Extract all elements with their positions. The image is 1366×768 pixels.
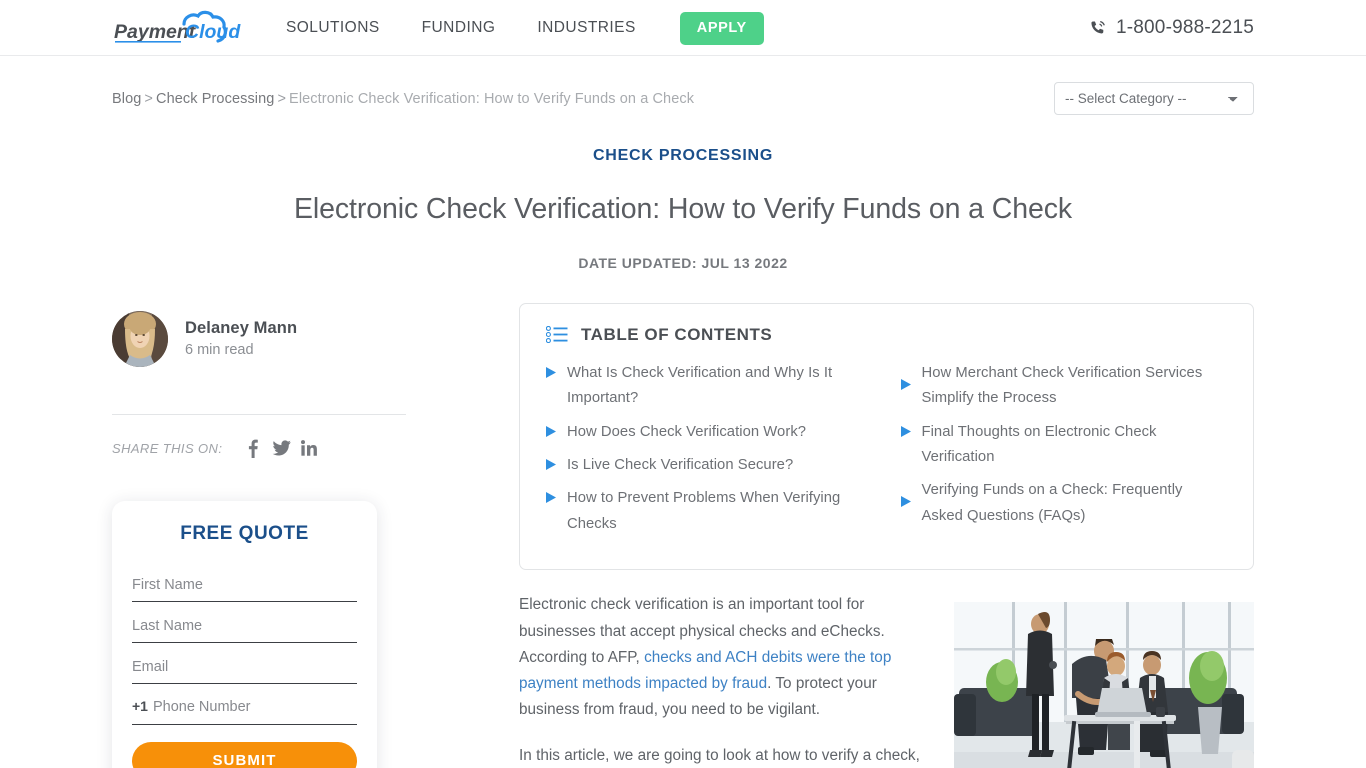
- phone-input[interactable]: [152, 691, 357, 723]
- main-content: TABLE OF CONTENTS What Is Check Verifica…: [408, 302, 1254, 768]
- article-body: Electronic check verification is an impo…: [519, 592, 1254, 768]
- category-select[interactable]: -- Select Category --: [1054, 82, 1254, 115]
- linkedin-icon[interactable]: [295, 440, 323, 456]
- twitter-icon[interactable]: [267, 440, 295, 456]
- toc-label: Is Live Check Verification Secure?: [567, 456, 794, 473]
- triangle-bullet-icon: [546, 458, 556, 470]
- list-icon: [546, 326, 568, 344]
- breadcrumb-category[interactable]: Check Processing: [156, 91, 274, 107]
- triangle-bullet-icon: [546, 366, 556, 378]
- sidebar: Delaney Mann 6 min read SHARE THIS ON: F…: [112, 303, 408, 768]
- phone-field-group: +1: [132, 691, 357, 725]
- submit-button[interactable]: SUBMIT: [132, 741, 357, 768]
- free-quote-title: FREE QUOTE: [180, 522, 309, 544]
- toc-title: TABLE OF CONTENTS: [581, 324, 773, 344]
- main-navigation: SOLUTIONS FUNDING INDUSTRIES APPLY: [286, 0, 764, 56]
- nav-item-industries[interactable]: INDUSTRIES: [516, 19, 656, 37]
- toc-column-left: What Is Check Verification and Why Is It…: [546, 361, 873, 546]
- phone-icon: [1091, 20, 1105, 33]
- nav-item-solutions[interactable]: SOLUTIONS: [286, 19, 401, 37]
- page-body: Blog > Check Processing > Electronic Check V…: [0, 56, 1366, 768]
- toc-link[interactable]: What Is Check Verification and Why Is It…: [546, 361, 873, 412]
- breadcrumb-separator-2: >: [277, 90, 287, 107]
- email-input[interactable]: [132, 650, 357, 684]
- breadcrumb-blog[interactable]: Blog: [112, 91, 141, 107]
- avatar: [112, 310, 168, 367]
- triangle-bullet-icon: [900, 378, 911, 390]
- triangle-bullet-icon: [546, 492, 556, 504]
- table-of-contents: TABLE OF CONTENTS What Is Check Verifica…: [519, 302, 1254, 571]
- breadcrumb-row: Blog > Check Processing > Electronic Check V…: [112, 56, 1254, 115]
- date-updated: DATE UPDATED: JUL 13 2022: [578, 254, 788, 271]
- phone-country-prefix: +1: [132, 698, 148, 715]
- toc-label: Verifying Funds on a Check: Frequently A…: [921, 482, 1183, 524]
- site-header: Payment Cloud SOLUTIONS FUNDING INDUSTRI…: [0, 0, 1366, 56]
- toc-label: Final Thoughts on Electronic Check Verif…: [921, 423, 1157, 465]
- author-block: Delaney Mann 6 min read: [112, 303, 408, 367]
- breadcrumb: Blog > Check Processing > Electronic Check V…: [112, 91, 694, 107]
- breadcrumb-separator-1: >: [144, 90, 153, 107]
- toc-label: How Does Check Verification Work?: [567, 423, 807, 440]
- toc-link[interactable]: Final Thoughts on Electronic Check Verif…: [900, 420, 1228, 471]
- page-title: Electronic Check Verification: How to Ve…: [293, 193, 1072, 225]
- triangle-bullet-icon: [900, 425, 911, 437]
- sidebar-divider: [112, 413, 406, 415]
- toc-link[interactable]: Is Live Check Verification Secure?: [546, 453, 873, 478]
- svg-text:Cloud: Cloud: [185, 21, 241, 43]
- toc-header: TABLE OF CONTENTS: [546, 325, 1227, 345]
- author-read-time: 6 min read: [185, 342, 254, 359]
- toc-link[interactable]: Verifying Funds on a Check: Frequently A…: [900, 478, 1228, 529]
- phone-number: 1-800-988-2215: [1115, 17, 1254, 38]
- toc-label: What Is Check Verification and Why Is It…: [567, 364, 833, 407]
- cloud-icon: Payment Cloud: [114, 10, 241, 43]
- toc-column-right: How Merchant Check Verification Services…: [900, 361, 1228, 546]
- toc-link[interactable]: How to Prevent Problems When Verifying C…: [546, 486, 873, 537]
- share-label: SHARE THIS ON:: [112, 440, 223, 456]
- post-category-kicker: CHECK PROCESSING: [592, 147, 774, 164]
- article-hero-image: [954, 602, 1254, 768]
- first-name-input[interactable]: [132, 568, 357, 602]
- nav-item-funding[interactable]: FUNDING: [401, 19, 517, 37]
- toc-label: How to Prevent Problems When Verifying C…: [567, 490, 841, 532]
- author-name: Delaney Mann: [185, 319, 298, 338]
- triangle-bullet-icon: [900, 496, 911, 508]
- toc-link[interactable]: How Does Check Verification Work?: [546, 420, 873, 445]
- breadcrumb-current: Electronic Check Verification: How to Ve…: [289, 90, 695, 107]
- last-name-input[interactable]: [132, 609, 357, 643]
- apply-button[interactable]: APPLY: [679, 11, 764, 45]
- toc-link[interactable]: How Merchant Check Verification Services…: [900, 361, 1228, 412]
- triangle-bullet-icon: [546, 425, 556, 437]
- facebook-icon[interactable]: [239, 439, 267, 458]
- toc-label: How Merchant Check Verification Services…: [921, 364, 1203, 407]
- toc-columns: What Is Check Verification and Why Is It…: [546, 361, 1227, 546]
- phone-link[interactable]: 1-800-988-2215: [1088, 0, 1254, 56]
- content-columns: Delaney Mann 6 min read SHARE THIS ON: F…: [112, 302, 1254, 768]
- free-quote-card: FREE QUOTE +1 SUBMIT: [112, 500, 377, 768]
- site-logo[interactable]: Payment Cloud: [112, 9, 254, 47]
- share-row: SHARE THIS ON:: [112, 439, 408, 458]
